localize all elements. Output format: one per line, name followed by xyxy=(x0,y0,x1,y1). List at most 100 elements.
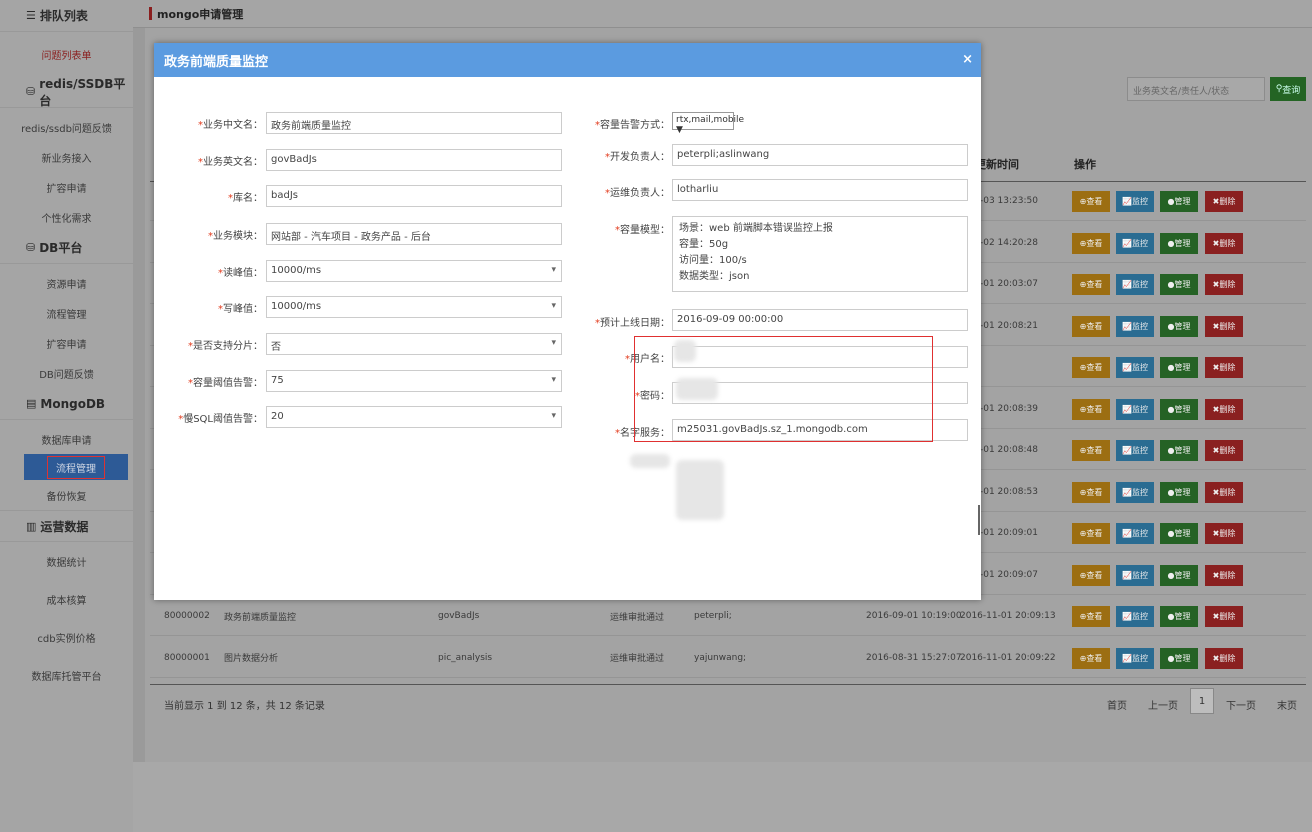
monitor-button[interactable]: 📈监控 xyxy=(1116,481,1154,503)
redaction-mark xyxy=(630,454,670,468)
manage-button[interactable]: ●管理 xyxy=(1160,315,1198,337)
sidebar-item-custom-need[interactable]: 个性化需求 xyxy=(0,202,133,232)
field-label: *是否支持分片： xyxy=(188,341,263,352)
view-button[interactable]: ⊕查看 xyxy=(1072,274,1110,295)
field-label: *库名： xyxy=(228,193,263,204)
sidebar-item-db-flow[interactable]: 流程管理 xyxy=(0,298,133,328)
view-button[interactable]: ⊕查看 xyxy=(1072,647,1110,669)
manage-button[interactable]: ●管理 xyxy=(1160,398,1198,420)
monitor-button[interactable]: 📈监控 xyxy=(1116,357,1154,378)
field-select[interactable]: 否 xyxy=(266,333,562,355)
manage-button[interactable]: ●管理 xyxy=(1160,481,1198,503)
delete-button[interactable]: ✖删除 xyxy=(1205,191,1243,212)
monitor-button[interactable]: 📈监控 xyxy=(1116,440,1154,461)
delete-button[interactable]: ✖删除 xyxy=(1205,481,1243,503)
pager-current[interactable]: 1 xyxy=(1190,688,1214,714)
manage-button[interactable]: ●管理 xyxy=(1160,191,1198,212)
sidebar-section-redis[interactable]: ⛁ redis/SSDB平台 xyxy=(0,76,133,108)
redaction-mark xyxy=(674,340,696,362)
pager-next[interactable]: 下一页 xyxy=(1226,697,1256,712)
sidebar-section-mongodb[interactable]: ▤ MongoDB xyxy=(0,388,133,420)
sidebar-item-resource-apply[interactable]: 资源申请 xyxy=(0,268,133,298)
field-label: *慢SQL阈值告警： xyxy=(178,414,263,425)
modal-scrollbar[interactable] xyxy=(978,505,980,535)
delete-button[interactable]: ✖删除 xyxy=(1205,398,1243,420)
sidebar-item-stats[interactable]: 数据统计 xyxy=(0,542,133,580)
sidebar-item-hosting[interactable]: 数据库托管平台 xyxy=(0,656,133,694)
field-select[interactable]: 20 xyxy=(266,406,562,428)
field-input[interactable]: 网站部 - 汽车项目 - 政务产品 - 后台 xyxy=(266,223,562,245)
dev-owner-input[interactable]: peterpli;aslinwang xyxy=(672,144,968,166)
sidebar-section-queue[interactable]: ☰ 排队列表 xyxy=(0,0,133,32)
view-button[interactable]: ⊕查看 xyxy=(1072,440,1110,461)
delete-button[interactable]: ✖删除 xyxy=(1205,564,1243,586)
field-label: *读峰值： xyxy=(218,268,263,279)
sidebar-section-db[interactable]: ⛁ DB平台 xyxy=(0,232,133,264)
view-button[interactable]: ⊕查看 xyxy=(1072,232,1110,254)
view-button[interactable]: ⊕查看 xyxy=(1072,481,1110,503)
monitor-button[interactable]: 📈监控 xyxy=(1116,232,1154,254)
view-button[interactable]: ⊕查看 xyxy=(1072,398,1110,420)
manage-button[interactable]: ●管理 xyxy=(1160,564,1198,586)
monitor-button[interactable]: 📈监控 xyxy=(1116,647,1154,669)
sidebar-item-redis-expand[interactable]: 扩容申请 xyxy=(0,172,133,202)
delete-button[interactable]: ✖删除 xyxy=(1205,440,1243,461)
list-icon: ☰ xyxy=(26,9,36,22)
pager-last[interactable]: 末页 xyxy=(1277,697,1297,712)
alert-method-select[interactable]: rtx,mail,mobile ▼ xyxy=(672,112,744,135)
sidebar-item-db-expand[interactable]: 扩容申请 xyxy=(0,328,133,358)
view-button[interactable]: ⊕查看 xyxy=(1072,523,1110,544)
field-input[interactable]: govBadJs xyxy=(266,149,562,171)
field-input[interactable]: 政务前端质量监控 xyxy=(266,112,562,134)
sidebar-item-cdb-price[interactable]: cdb实例价格 xyxy=(0,618,133,656)
view-button[interactable]: ⊕查看 xyxy=(1072,357,1110,378)
search-input[interactable]: 业务英文名/责任人/状态 xyxy=(1127,77,1265,101)
sidebar-item-backup[interactable]: 备份恢复 xyxy=(0,480,133,510)
monitor-button[interactable]: 📈监控 xyxy=(1116,523,1154,544)
manage-button[interactable]: ●管理 xyxy=(1160,523,1198,544)
delete-button[interactable]: ✖删除 xyxy=(1205,357,1243,378)
monitor-button[interactable]: 📈监控 xyxy=(1116,398,1154,420)
pager-first[interactable]: 首页 xyxy=(1107,697,1127,712)
manage-button[interactable]: ●管理 xyxy=(1160,647,1198,669)
view-button[interactable]: ⊕查看 xyxy=(1072,191,1110,212)
delete-button[interactable]: ✖删除 xyxy=(1205,523,1243,544)
sidebar-item-cost[interactable]: 成本核算 xyxy=(0,580,133,618)
delete-button[interactable]: ✖删除 xyxy=(1205,232,1243,254)
view-button[interactable]: ⊕查看 xyxy=(1072,606,1110,627)
sidebar-item-mongo-flow[interactable]: 流程管理 xyxy=(24,454,128,480)
monitor-button[interactable]: 📈监控 xyxy=(1116,191,1154,212)
sidebar-item-db-apply[interactable]: 数据库申请 xyxy=(0,424,133,454)
field-select[interactable]: 10000/ms xyxy=(266,260,562,282)
field-input[interactable]: badJs xyxy=(266,185,562,207)
monitor-button[interactable]: 📈监控 xyxy=(1116,606,1154,627)
capacity-model-textarea[interactable]: 场景：web 前端脚本错误监控上报 容量：50g 访问量：100/s 数据类型：… xyxy=(672,216,968,292)
search-button[interactable]: ⚲ 查询 xyxy=(1270,77,1306,101)
delete-button[interactable]: ✖删除 xyxy=(1205,315,1243,337)
manage-button[interactable]: ●管理 xyxy=(1160,440,1198,461)
pager-prev[interactable]: 上一页 xyxy=(1148,697,1178,712)
manage-button[interactable]: ●管理 xyxy=(1160,357,1198,378)
close-icon[interactable]: × xyxy=(962,52,973,67)
monitor-button[interactable]: 📈监控 xyxy=(1116,315,1154,337)
field-select[interactable]: 75 xyxy=(266,370,562,392)
delete-button[interactable]: ✖删除 xyxy=(1205,647,1243,669)
manage-button[interactable]: ●管理 xyxy=(1160,274,1198,295)
sidebar-item-db-feedback[interactable]: DB问题反馈 xyxy=(0,358,133,388)
delete-button[interactable]: ✖删除 xyxy=(1205,606,1243,627)
delete-button[interactable]: ✖删除 xyxy=(1205,274,1243,295)
cell-id: 80000001 xyxy=(164,652,210,663)
manage-button[interactable]: ●管理 xyxy=(1160,232,1198,254)
monitor-button[interactable]: 📈监控 xyxy=(1116,564,1154,586)
view-button[interactable]: ⊕查看 xyxy=(1072,564,1110,586)
sidebar-section-ops[interactable]: ▥ 运营数据 xyxy=(0,510,133,542)
sidebar-item-redis-feedback[interactable]: redis/ssdb问题反馈 xyxy=(0,112,133,142)
view-button[interactable]: ⊕查看 xyxy=(1072,315,1110,337)
ops-owner-input[interactable]: lotharliu xyxy=(672,179,968,201)
manage-button[interactable]: ●管理 xyxy=(1160,606,1198,627)
sidebar-item-issue-list[interactable]: 问题列表单 xyxy=(0,32,133,76)
field-select[interactable]: 10000/ms xyxy=(266,296,562,318)
monitor-button[interactable]: 📈监控 xyxy=(1116,274,1154,295)
sidebar-item-new-access[interactable]: 新业务接入 xyxy=(0,142,133,172)
launch-date-input[interactable]: 2016-09-09 00:00:00 xyxy=(672,309,968,331)
